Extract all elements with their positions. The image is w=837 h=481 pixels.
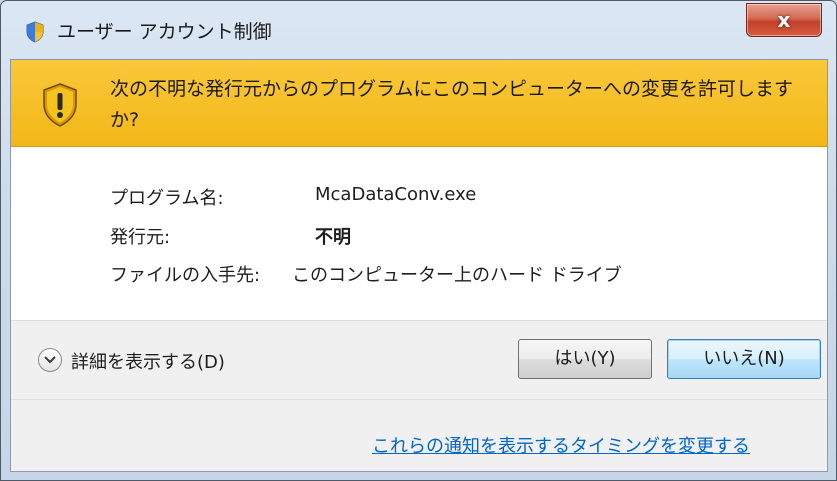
uac-dialog-window: ユーザー アカウント制御 x 次の不明な発行元からのプログラムにこのコンピュータ… [0,0,837,481]
file-origin-label: ファイルの入手先: [110,265,261,286]
yes-button[interactable]: はい(Y) [518,339,652,379]
publisher-value: 不明 [315,227,351,248]
program-name-value: McaDataConv.exe [315,184,477,205]
dialog-footer: 詳細を表示する(D) はい(Y) いいえ(N) これらの通知を表示するタイミング… [11,320,827,471]
show-details-label[interactable]: 詳細を表示する(D) [71,348,225,374]
publisher-label: 発行元: [110,227,171,248]
title-bar[interactable]: ユーザー アカウント制御 x [1,1,836,59]
chevron-down-icon [44,356,56,364]
window-title: ユーザー アカウント制御 [57,21,272,43]
dialog-content: 次の不明な発行元からのプログラムにこのコンピューターへの変更を許可しますか? プ… [10,59,828,472]
close-button[interactable]: x [746,3,822,37]
warning-shield-icon [43,83,77,127]
program-name-label: プログラム名: [110,188,224,209]
show-details-toggle[interactable] [38,348,62,372]
consent-question: 次の不明な発行元からのプログラムにこのコンピューターへの変更を許可しますか? [110,78,794,131]
file-origin-value: このコンピューター上のハード ドライブ [292,265,622,286]
warning-banner: 次の不明な発行元からのプログラムにこのコンピューターへの変更を許可しますか? [11,60,827,147]
no-button[interactable]: いいえ(N) [667,339,821,379]
close-icon: x [777,8,791,32]
footer-divider [11,399,827,400]
change-notification-settings-link[interactable]: これらの通知を表示するタイミングを変更する [372,432,750,458]
uac-shield-icon [26,21,44,43]
